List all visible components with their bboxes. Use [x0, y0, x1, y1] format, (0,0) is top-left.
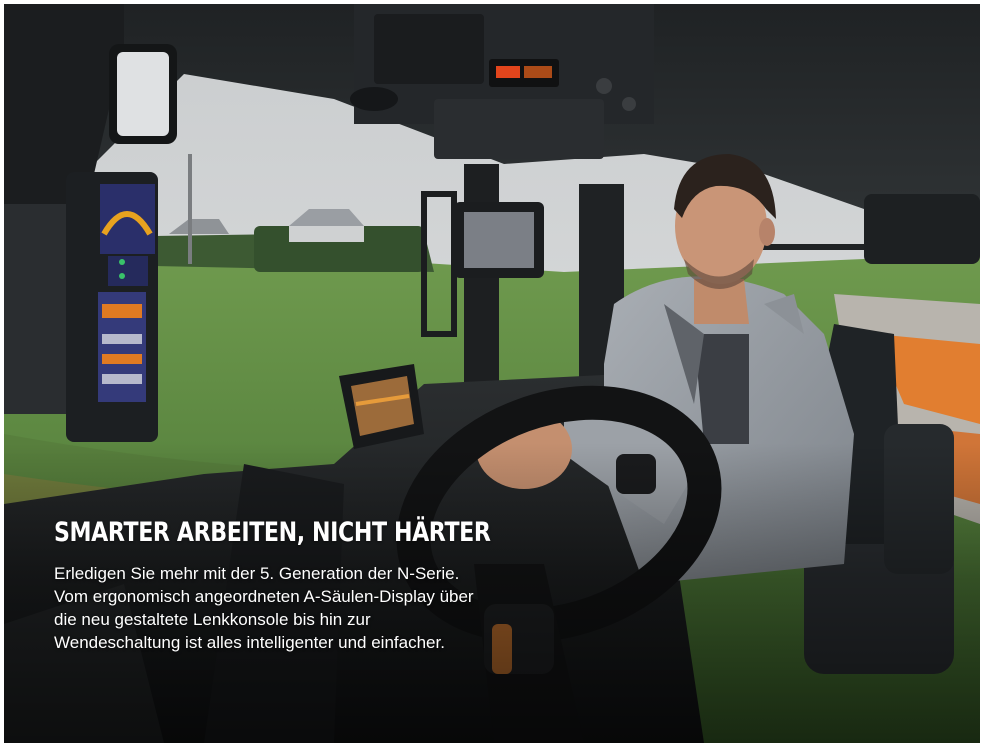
hero-body-text: Erledigen Sie mehr mit der 5. Generation… — [54, 564, 474, 652]
hero-headline: SMARTER ARBEITEN, NICHT HÄRTER — [54, 517, 491, 548]
hero-caption: SMARTER ARBEITEN, NICHT HÄRTER Erledigen… — [54, 516, 524, 654]
hero-banner: SMARTER ARBEITEN, NICHT HÄRTER Erledigen… — [4, 4, 980, 743]
